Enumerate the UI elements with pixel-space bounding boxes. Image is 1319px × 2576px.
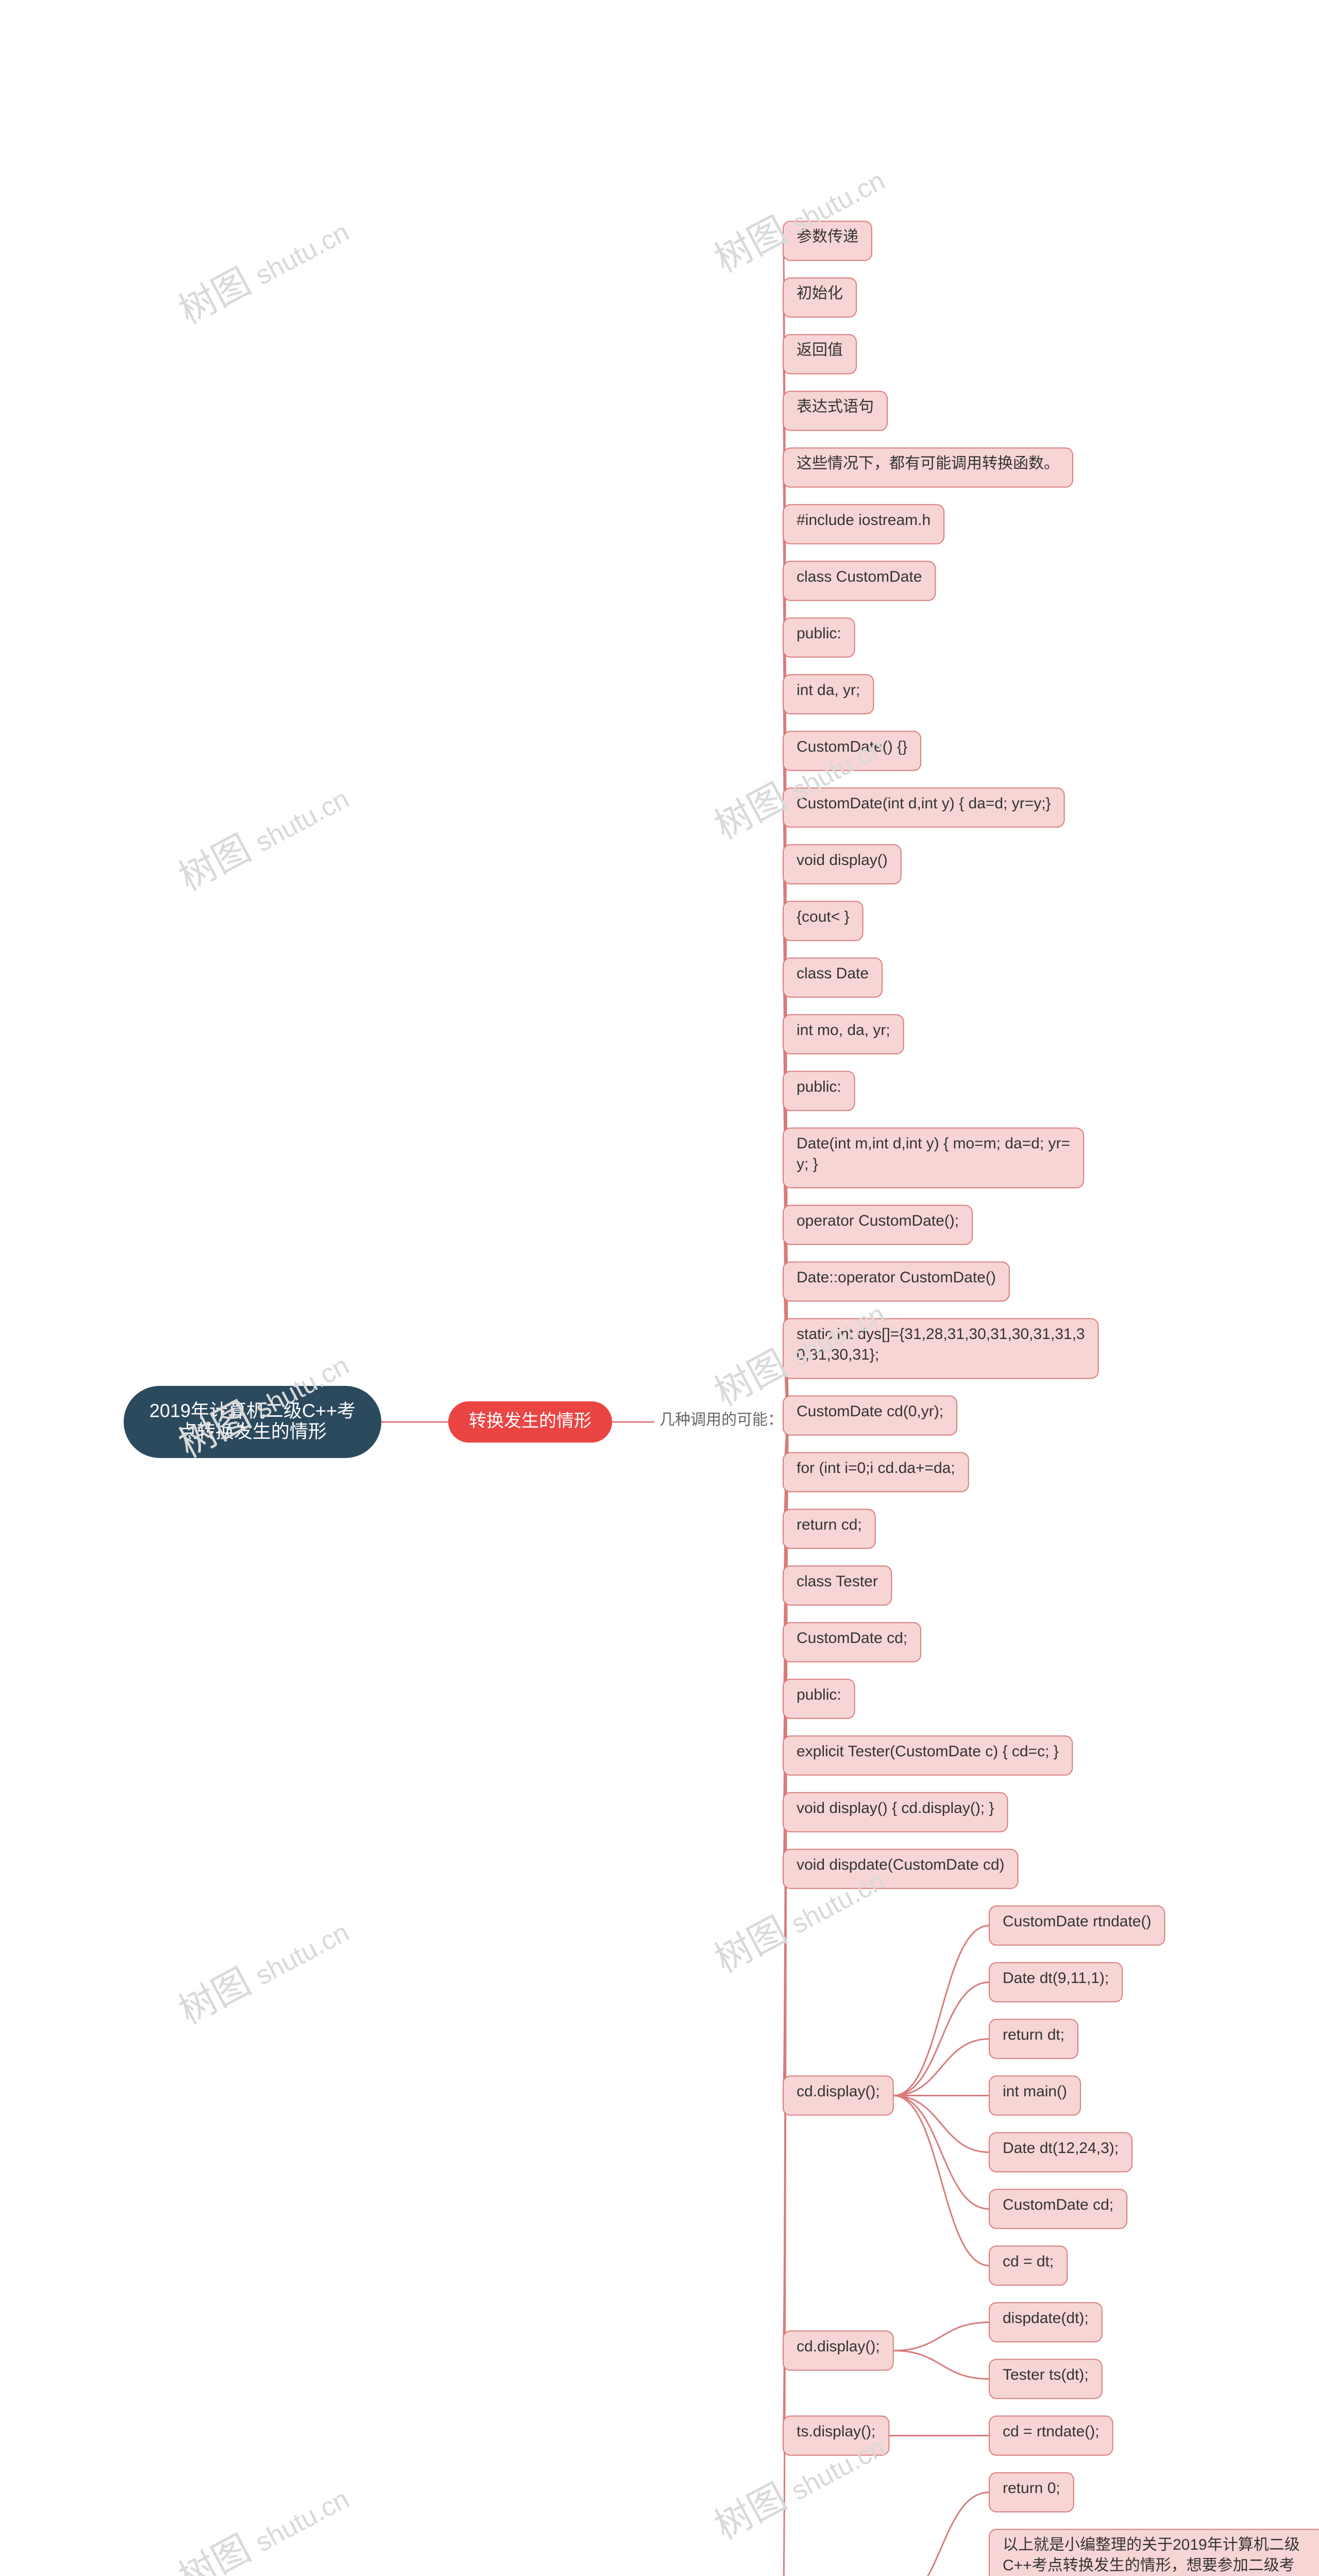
svg-text:#include iostream.h: #include iostream.h	[797, 512, 931, 529]
svg-text:int main(): int main()	[1003, 2083, 1067, 2100]
mindmap-canvas: 2019年计算机二级C++考点转换发生的情形 转换发生的情形 几种调用的可能： 参数传…	[0, 0, 1319, 2576]
svg-text:int mo, da, yr;: int mo, da, yr;	[797, 1022, 890, 1039]
svg-text:cd = dt;: cd = dt;	[1003, 2253, 1054, 2270]
svg-text:return dt;: return dt;	[1003, 2026, 1064, 2043]
svg-text:void display() { cd.display();: void display() { cd.display(); }	[797, 1800, 994, 1817]
svg-text:cd.display();: cd.display();	[797, 2083, 880, 2100]
svg-text:public:: public:	[797, 1078, 841, 1095]
svg-text:cd = rtndate();: cd = rtndate();	[1003, 2423, 1100, 2440]
svg-text:cd.display();: cd.display();	[797, 2338, 880, 2355]
svg-text:return 0;: return 0;	[1003, 2480, 1060, 2497]
svg-text:参数传递: 参数传递	[797, 228, 858, 245]
svg-text:转换发生的情形: 转换发生的情形	[469, 1411, 591, 1431]
svg-text:void dispdate(CustomDate cd): void dispdate(CustomDate cd)	[797, 1856, 1005, 1873]
svg-text:Date::operator CustomDate(): Date::operator CustomDate()	[797, 1269, 996, 1286]
svg-text:class Tester: class Tester	[797, 1573, 878, 1590]
svg-text:public:: public:	[797, 625, 841, 642]
svg-text:CustomDate(int d,int y) { da=d: CustomDate(int d,int y) { da=d; yr=y;}	[797, 795, 1051, 812]
svg-text:CustomDate cd;: CustomDate cd;	[797, 1630, 907, 1647]
svg-text:CustomDate rtndate(): CustomDate rtndate()	[1003, 1913, 1151, 1930]
level2-node: 几种调用的可能：	[660, 1412, 783, 1429]
svg-text:返回值: 返回值	[797, 342, 843, 359]
svg-text:这些情况下，都有可能调用转换函数。: 这些情况下，都有可能调用转换函数。	[797, 455, 1059, 472]
svg-text:explicit Tester(CustomDate c): explicit Tester(CustomDate c) { cd=c; }	[797, 1743, 1059, 1760]
svg-text:return cd;: return cd;	[797, 1516, 862, 1533]
svg-text:表达式语句: 表达式语句	[797, 398, 874, 415]
svg-text:2019年计算机二级C++考点转换发生的情形: 2019年计算机二级C++考点转换发生的情形	[149, 1400, 356, 1442]
svg-text:class Date: class Date	[797, 965, 869, 982]
svg-text:void display(): void display()	[797, 852, 888, 869]
svg-text:dispdate(dt);: dispdate(dt);	[1003, 2310, 1089, 2327]
svg-text:ts.display();: ts.display();	[797, 2423, 875, 2440]
svg-text:class CustomDate: class CustomDate	[797, 568, 922, 585]
svg-text:CustomDate cd;: CustomDate cd;	[1003, 2196, 1113, 2213]
svg-text:Date dt(9,11,1);: Date dt(9,11,1);	[1003, 1970, 1109, 1987]
svg-text:初始化: 初始化	[797, 285, 843, 302]
svg-text:CustomDate cd(0,yr);: CustomDate cd(0,yr);	[797, 1403, 943, 1420]
svg-text:int da, yr;: int da, yr;	[797, 682, 860, 699]
svg-text:public:: public:	[797, 1686, 841, 1703]
svg-text:CustomDate() {}: CustomDate() {}	[797, 738, 907, 755]
svg-text:operator CustomDate();: operator CustomDate();	[797, 1212, 959, 1229]
svg-text:{cout< }: {cout< }	[797, 908, 850, 925]
svg-text:for (int i=0;i cd.da+=da;: for (int i=0;i cd.da+=da;	[797, 1460, 955, 1477]
svg-text:Tester ts(dt);: Tester ts(dt);	[1003, 2366, 1089, 2383]
svg-text:Date dt(12,24,3);: Date dt(12,24,3);	[1003, 2140, 1119, 2157]
